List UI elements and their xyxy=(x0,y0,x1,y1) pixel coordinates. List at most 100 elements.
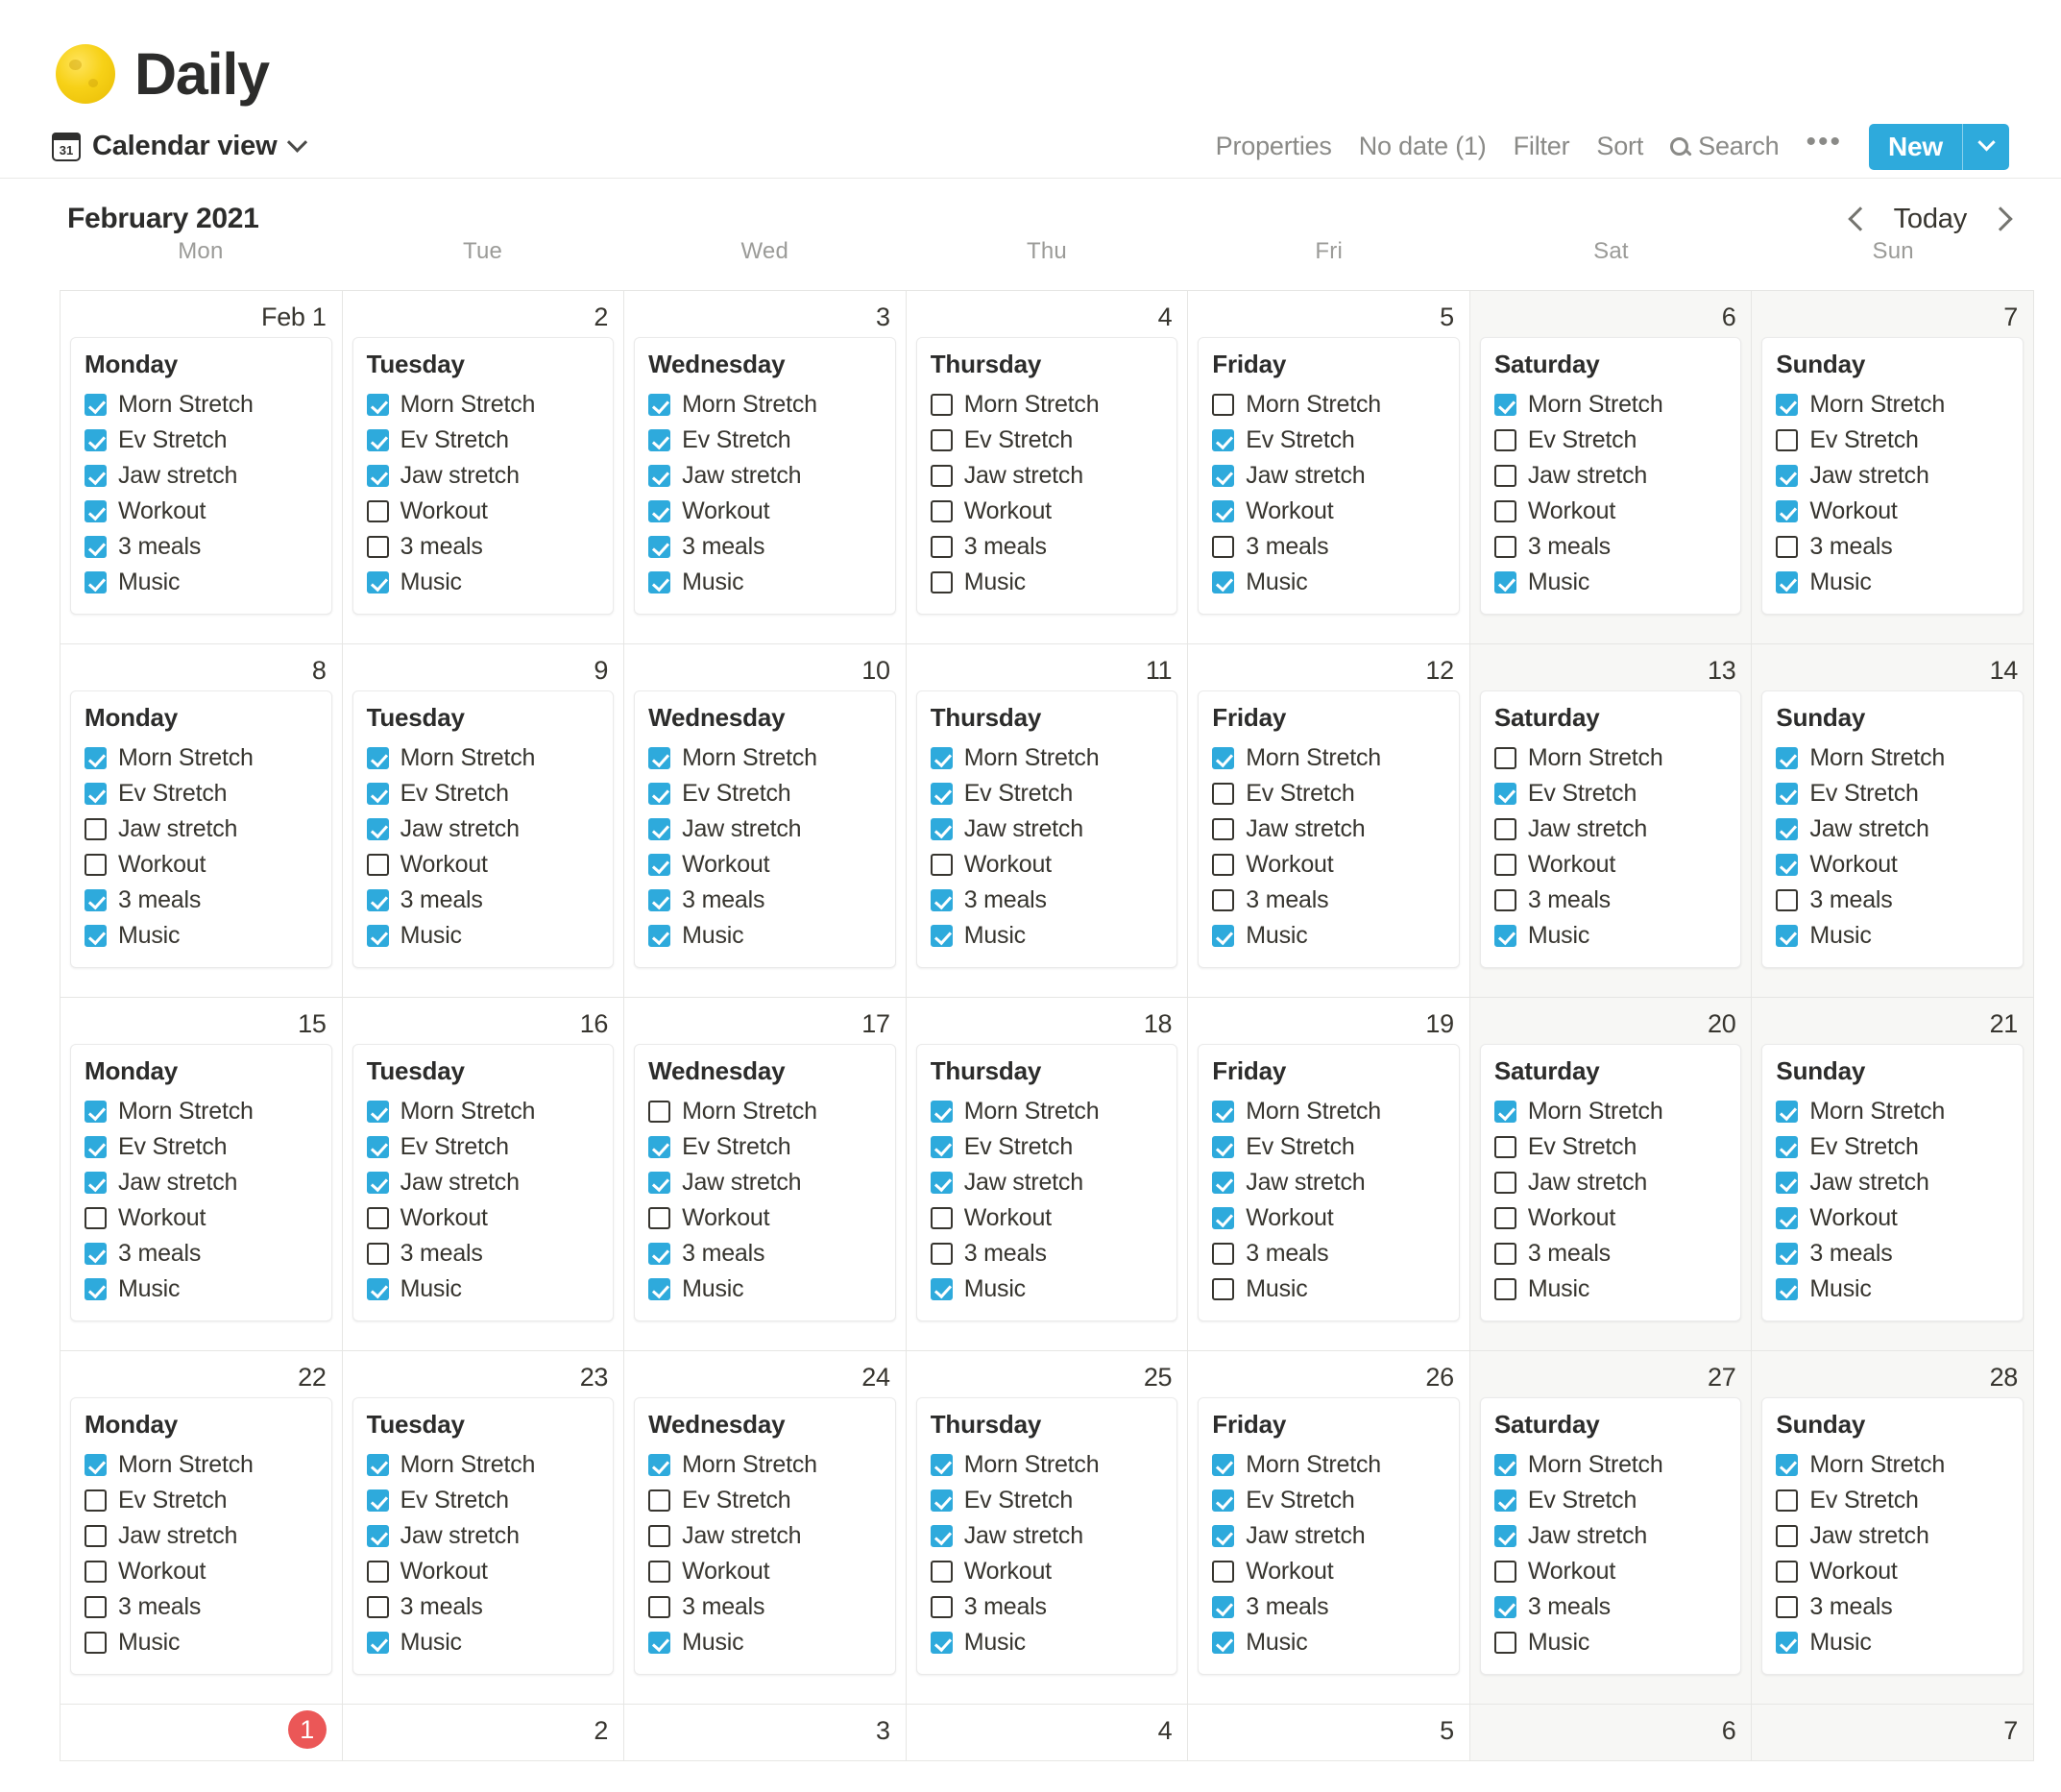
checkbox-3-meals[interactable] xyxy=(1776,889,1799,912)
checkbox-ev-stretch[interactable] xyxy=(930,1489,953,1513)
checkbox-ev-stretch[interactable] xyxy=(1212,783,1235,806)
day-cell[interactable]: 3 xyxy=(624,1705,907,1761)
more-options-icon[interactable]: ••• xyxy=(1806,128,1843,158)
checkbox-workout[interactable] xyxy=(648,854,671,877)
calendar-event-card[interactable]: Friday Morn Stretch Ev Stretch Jaw stretch W… xyxy=(1198,1397,1460,1676)
checkbox-ev-stretch[interactable] xyxy=(366,783,389,806)
checkbox-workout[interactable] xyxy=(1212,1561,1235,1584)
checkbox-ev-stretch[interactable] xyxy=(930,429,953,452)
checkbox-morn-stretch[interactable] xyxy=(85,1101,107,1124)
checkbox-workout[interactable] xyxy=(85,500,107,523)
checkbox-3-meals[interactable] xyxy=(85,889,107,912)
checkbox-ev-stretch[interactable] xyxy=(1776,1136,1799,1159)
day-cell[interactable]: Feb 1 Monday Morn Stretch Ev Stretch Jaw str… xyxy=(61,291,343,644)
checkbox-3-meals[interactable] xyxy=(1493,889,1516,912)
checkbox-morn-stretch[interactable] xyxy=(1776,747,1799,770)
checkbox-3-meals[interactable] xyxy=(930,536,953,559)
checkbox-3-meals[interactable] xyxy=(366,889,389,912)
checkbox-3-meals[interactable] xyxy=(930,1243,953,1266)
checkbox-morn-stretch[interactable] xyxy=(648,747,671,770)
checkbox-jaw-stretch[interactable] xyxy=(1776,1172,1799,1195)
day-cell[interactable]: 14 Sunday Morn Stretch Ev Stretch Jaw stretc… xyxy=(1752,644,2034,998)
checkbox-music[interactable] xyxy=(366,571,389,594)
checkbox-ev-stretch[interactable] xyxy=(930,783,953,806)
checkbox-workout[interactable] xyxy=(1493,500,1516,523)
checkbox-ev-stretch[interactable] xyxy=(648,429,671,452)
checkbox-workout[interactable] xyxy=(1776,1561,1799,1584)
checkbox-morn-stretch[interactable] xyxy=(1493,747,1516,770)
day-cell[interactable]: 18 Thursday Morn Stretch Ev Stretch Jaw stre… xyxy=(906,998,1189,1351)
day-cell[interactable]: 24 Wednesday Morn Stretch Ev Stretch Jaw str… xyxy=(624,1351,907,1705)
checkbox-jaw-stretch[interactable] xyxy=(366,1172,389,1195)
checkbox-workout[interactable] xyxy=(1776,1207,1799,1230)
checkbox-workout[interactable] xyxy=(930,500,953,523)
checkbox-ev-stretch[interactable] xyxy=(85,1489,107,1513)
day-cell[interactable]: 25 Thursday Morn Stretch Ev Stretch Jaw stre… xyxy=(906,1351,1189,1705)
calendar-event-card[interactable]: Thursday Morn Stretch Ev Stretch Jaw stretc… xyxy=(915,1397,1178,1676)
checkbox-3-meals[interactable] xyxy=(85,1596,107,1619)
page-title[interactable]: Daily xyxy=(134,44,270,104)
calendar-event-card[interactable]: Tuesday Morn Stretch Ev Stretch Jaw stretch… xyxy=(352,1044,615,1322)
checkbox-ev-stretch[interactable] xyxy=(85,429,107,452)
calendar-event-card[interactable]: Saturday Morn Stretch Ev Stretch Jaw stretc… xyxy=(1479,690,1742,969)
checkbox-3-meals[interactable] xyxy=(366,1243,389,1266)
checkbox-jaw-stretch[interactable] xyxy=(1212,818,1235,841)
checkbox-jaw-stretch[interactable] xyxy=(930,1172,953,1195)
day-cell[interactable]: 15 Monday Morn Stretch Ev Stretch Jaw stretc… xyxy=(61,998,343,1351)
day-cell[interactable]: 5 xyxy=(1188,1705,1470,1761)
day-cell[interactable]: 8 Monday Morn Stretch Ev Stretch Jaw stretch… xyxy=(61,644,343,998)
checkbox-jaw-stretch[interactable] xyxy=(366,818,389,841)
today-button[interactable]: Today xyxy=(1894,204,1968,235)
checkbox-morn-stretch[interactable] xyxy=(930,1454,953,1477)
day-cell[interactable]: 3 Wednesday Morn Stretch Ev Stretch Jaw stre… xyxy=(624,291,907,644)
checkbox-jaw-stretch[interactable] xyxy=(1493,1525,1516,1548)
checkbox-music[interactable] xyxy=(1493,1632,1516,1655)
checkbox-3-meals[interactable] xyxy=(1493,536,1516,559)
day-cell[interactable]: 22 Monday Morn Stretch Ev Stretch Jaw stretc… xyxy=(61,1351,343,1705)
checkbox-workout[interactable] xyxy=(85,1561,107,1584)
calendar-event-card[interactable]: Saturday Morn Stretch Ev Stretch Jaw stretc… xyxy=(1479,1397,1742,1676)
next-month-icon[interactable] xyxy=(1988,206,2013,231)
checkbox-music[interactable] xyxy=(1493,925,1516,948)
checkbox-ev-stretch[interactable] xyxy=(1493,429,1516,452)
checkbox-morn-stretch[interactable] xyxy=(930,394,953,417)
checkbox-morn-stretch[interactable] xyxy=(1776,1454,1799,1477)
checkbox-music[interactable] xyxy=(1493,571,1516,594)
checkbox-workout[interactable] xyxy=(930,1207,953,1230)
day-cell[interactable]: 6 xyxy=(1469,1705,1753,1761)
checkbox-morn-stretch[interactable] xyxy=(85,394,107,417)
checkbox-workout[interactable] xyxy=(930,1561,953,1584)
checkbox-morn-stretch[interactable] xyxy=(930,747,953,770)
view-name-label[interactable]: Calendar view xyxy=(92,131,278,162)
checkbox-jaw-stretch[interactable] xyxy=(1493,818,1516,841)
calendar-event-card[interactable]: Friday Morn Stretch Ev Stretch Jaw stretch W… xyxy=(1198,337,1460,616)
checkbox-morn-stretch[interactable] xyxy=(1212,747,1235,770)
checkbox-jaw-stretch[interactable] xyxy=(930,818,953,841)
checkbox-workout[interactable] xyxy=(366,1207,389,1230)
day-cell[interactable]: 12 Friday Morn Stretch Ev Stretch Jaw stretc… xyxy=(1188,644,1470,998)
calendar-event-card[interactable]: Friday Morn Stretch Ev Stretch Jaw stretch W… xyxy=(1198,690,1460,969)
checkbox-jaw-stretch[interactable] xyxy=(1493,1172,1516,1195)
chevron-down-icon[interactable] xyxy=(287,132,308,153)
checkbox-workout[interactable] xyxy=(1776,854,1799,877)
new-button[interactable]: New xyxy=(1869,124,1962,170)
checkbox-ev-stretch[interactable] xyxy=(366,1136,389,1159)
day-cell[interactable]: 2 Tuesday Morn Stretch Ev Stretch Jaw stretc… xyxy=(342,291,625,644)
checkbox-workout[interactable] xyxy=(648,1561,671,1584)
checkbox-music[interactable] xyxy=(85,571,107,594)
day-cell[interactable]: 10 Wednesday Morn Stretch Ev Stretch Jaw str… xyxy=(624,644,907,998)
calendar-event-card[interactable]: Saturday Morn Stretch Ev Stretch Jaw stretc… xyxy=(1479,1044,1742,1322)
checkbox-workout[interactable] xyxy=(85,1207,107,1230)
checkbox-jaw-stretch[interactable] xyxy=(648,818,671,841)
checkbox-jaw-stretch[interactable] xyxy=(930,1525,953,1548)
checkbox-ev-stretch[interactable] xyxy=(85,783,107,806)
day-cell[interactable]: 23 Tuesday Morn Stretch Ev Stretch Jaw stret… xyxy=(342,1351,625,1705)
checkbox-morn-stretch[interactable] xyxy=(1212,1101,1235,1124)
checkbox-ev-stretch[interactable] xyxy=(1776,1489,1799,1513)
filter-button[interactable]: Filter xyxy=(1514,132,1570,161)
checkbox-workout[interactable] xyxy=(1212,500,1235,523)
calendar-event-card[interactable]: Monday Morn Stretch Ev Stretch Jaw stretch W… xyxy=(70,1044,332,1322)
checkbox-morn-stretch[interactable] xyxy=(1776,394,1799,417)
checkbox-music[interactable] xyxy=(930,925,953,948)
checkbox-jaw-stretch[interactable] xyxy=(648,1172,671,1195)
